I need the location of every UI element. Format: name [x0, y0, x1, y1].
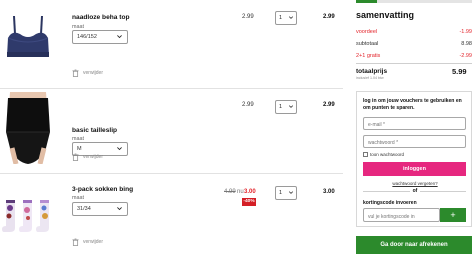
summary-title: samenvatting [356, 10, 415, 20]
checkout-progress-fill [356, 0, 377, 3]
line-total: 2.99 [323, 102, 335, 108]
total-label: totaalprijs [356, 68, 388, 75]
summary-line-label: 2+1 gratis [356, 53, 381, 59]
summary-line-value: 8.98 [461, 41, 472, 47]
row-divider [0, 173, 343, 174]
row-divider [0, 88, 343, 89]
chevron-down-icon [288, 16, 294, 19]
quantity-value: 1 [279, 104, 283, 110]
size-dropdown[interactable]: 146/152 [72, 30, 128, 44]
remove-label: verwijder [83, 70, 104, 76]
login-button[interactable]: inloggen [363, 162, 466, 176]
login-prompt: log in om jouw vouchers te gebruiken en … [363, 98, 462, 111]
discount-badge: -40% [242, 198, 256, 206]
chevron-down-icon [117, 147, 122, 151]
product-image-bra-top[interactable] [0, 8, 56, 70]
line-total: 2.99 [323, 14, 335, 20]
cart-items: naadloze beha top maat 146/152 verwijder… [0, 0, 343, 256]
summary-line-promotion: 2+1 gratis -2.99 [356, 53, 472, 59]
remove-label: verwijder [83, 154, 104, 160]
remove-item-button[interactable]: verwijder [72, 68, 103, 78]
remove-item-button[interactable]: verwijder [72, 237, 103, 247]
trash-icon [72, 153, 79, 161]
size-value: 31/34 [77, 206, 91, 212]
coupon-code-input[interactable] [363, 208, 440, 222]
summary-line-subtotal: subtotaal 8.98 [356, 41, 472, 47]
unit-price: 2.99 [242, 14, 254, 20]
or-text: of [409, 188, 421, 194]
sale-price: 3.00 [244, 189, 256, 195]
summary-line-advantage: voordeel -1.99 [356, 29, 472, 35]
trash-icon [72, 69, 79, 77]
quantity-dropdown[interactable]: 1 [275, 186, 297, 200]
line-total: 3.00 [323, 189, 335, 195]
checkout-button[interactable]: Ga door naar afrekenen [356, 236, 472, 254]
chevron-down-icon [288, 191, 294, 194]
price-separator: nu [237, 189, 244, 195]
quantity-value: 1 [279, 15, 283, 21]
order-summary: samenvatting voordeel -1.99 subtotaal 8.… [356, 0, 475, 256]
coupon-label: kortingscode invoeren [363, 200, 417, 206]
password-field[interactable] [363, 135, 466, 148]
unit-price: 2.99 [242, 102, 254, 108]
remove-item-button[interactable]: verwijder [72, 152, 103, 162]
show-password-label: toon wachtwoord [370, 152, 405, 157]
summary-divider [356, 63, 472, 64]
quantity-dropdown[interactable]: 1 [275, 100, 297, 114]
vat-note: inclusief 1.04 btw [356, 76, 384, 80]
size-value: 146/152 [77, 34, 97, 40]
total-price: 5.99 [452, 67, 467, 76]
trash-icon [72, 238, 79, 246]
chevron-down-icon [117, 207, 122, 211]
add-coupon-button[interactable]: + [440, 208, 466, 222]
show-password-checkbox[interactable] [363, 152, 368, 157]
checkout-progress-bar [356, 0, 472, 3]
size-dropdown[interactable]: 31/34 [72, 202, 128, 216]
product-image-socks[interactable] [0, 198, 56, 234]
email-field[interactable] [363, 117, 466, 130]
summary-line-value: -1.99 [459, 29, 472, 35]
quantity-value: 1 [279, 190, 283, 196]
product-name[interactable]: basic tailleslip [72, 127, 117, 134]
cart-item: 3-pack sokken bing maat 31/34 verwijder … [0, 176, 343, 256]
summary-line-label: subtotaal [356, 41, 379, 47]
login-panel: log in om jouw vouchers te gebruiken en … [356, 91, 472, 227]
product-name[interactable]: naadloze beha top [72, 14, 130, 21]
or-label: of [357, 188, 473, 194]
cart-item: naadloze beha top maat 146/152 verwijder… [0, 0, 343, 85]
chevron-down-icon [117, 35, 122, 39]
cart-item: basic tailleslip maat M verwijder 2.99 1… [0, 90, 343, 175]
old-price: 4.99 [224, 189, 236, 195]
summary-line-value: -2.99 [459, 53, 472, 59]
remove-label: verwijder [83, 239, 104, 245]
size-label: maat [72, 195, 84, 201]
product-name[interactable]: 3-pack sokken bing [72, 186, 133, 193]
summary-line-label: voordeel [356, 29, 378, 35]
product-image-brief[interactable] [0, 92, 56, 164]
chevron-down-icon [288, 105, 294, 108]
forgot-password-link[interactable]: wachtwoord vergeten? [357, 181, 473, 186]
quantity-dropdown[interactable]: 1 [275, 11, 297, 25]
show-password-toggle[interactable]: toon wachtwoord [363, 152, 404, 157]
